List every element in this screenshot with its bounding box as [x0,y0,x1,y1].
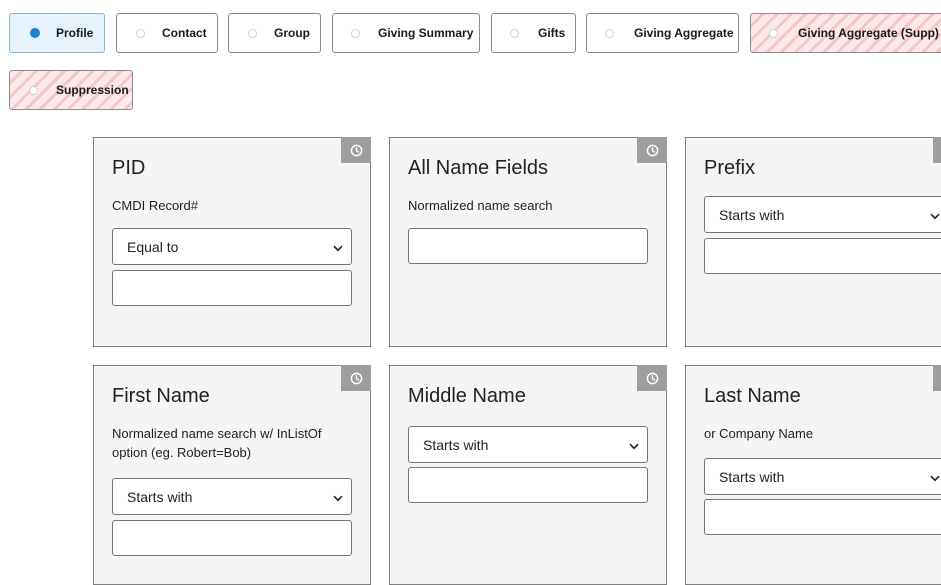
tab-label: Suppression [56,83,129,97]
operator-select[interactable]: Starts with [112,478,352,515]
card-description: CMDI Record# [112,198,198,213]
tab-suppression[interactable]: Suppression [9,70,133,110]
chevron-down-icon [333,489,343,505]
card-title: All Name Fields [408,157,549,179]
value-input[interactable] [408,467,648,503]
radio-icon [29,85,38,95]
tab-label: Giving Aggregate [634,26,734,40]
radio-icon [248,28,257,38]
operator-select[interactable]: Starts with [704,458,941,495]
tab-label: Profile [56,26,94,40]
card-title: PID [112,157,146,179]
operator-select[interactable]: Starts with [704,196,941,233]
chevron-down-icon [629,437,639,453]
filter-card-middle-name: Middle Name Starts with [389,365,667,585]
value-input[interactable] [112,520,352,556]
clock-icon[interactable] [637,137,667,163]
radio-icon [605,28,614,38]
filter-card-prefix: Prefix Starts with [685,137,941,347]
radio-icon [769,28,778,38]
card-description: or Company Name [704,426,814,441]
tab-profile[interactable]: Profile [9,13,105,53]
clock-icon[interactable] [637,365,667,391]
value-input[interactable] [704,499,941,535]
tab-contact[interactable]: Contact [116,13,218,53]
radio-icon [510,28,519,38]
filter-card-pid: PID CMDI Record# Equal to [93,137,371,347]
tab-label: Giving Aggregate (Supp) [798,26,939,40]
tab-label: Group [274,26,310,40]
card-title: Last Name [704,385,801,407]
value-input[interactable] [704,238,941,274]
filter-card-last-name: Last Name or Company Name Starts with [685,365,941,585]
tab-gifts[interactable]: Gifts [491,13,576,53]
card-description: Normalized name search w/ InListOf optio… [112,426,322,460]
tab-label: Gifts [538,26,566,40]
clock-icon[interactable] [341,365,371,391]
radio-icon [30,28,40,38]
clock-icon[interactable] [933,365,941,391]
filter-card-first-name: First Name Normalized name search w/ InL… [93,365,371,585]
clock-icon[interactable] [341,137,371,163]
tab-giving-aggregate-supp[interactable]: Giving Aggregate (Supp) [750,13,941,53]
operator-select[interactable]: Equal to [112,228,352,265]
card-description: Normalized name search [408,198,553,213]
value-input[interactable] [112,270,352,306]
filter-card-all-name-fields: All Name Fields Normalized name search [389,137,667,347]
operator-select[interactable]: Starts with [408,426,648,463]
tab-label: Contact [162,26,207,40]
radio-icon [136,28,145,38]
card-title: Prefix [704,157,756,179]
select-value: Equal to [127,238,179,255]
tab-giving-summary[interactable]: Giving Summary [332,13,480,53]
clock-icon[interactable] [933,137,941,163]
tab-group[interactable]: Group [228,13,321,53]
chevron-down-icon [333,239,343,255]
select-value: Starts with [423,436,489,453]
tab-label: Giving Summary [378,26,474,40]
value-input[interactable] [408,228,648,264]
select-value: Starts with [719,468,785,485]
select-value: Starts with [127,488,193,505]
card-title: Middle Name [408,385,526,407]
radio-icon [351,28,360,38]
tab-giving-aggregate[interactable]: Giving Aggregate [586,13,739,53]
select-value: Starts with [719,206,785,223]
chevron-down-icon [930,207,940,223]
chevron-down-icon [930,469,940,485]
card-title: First Name [112,385,210,407]
